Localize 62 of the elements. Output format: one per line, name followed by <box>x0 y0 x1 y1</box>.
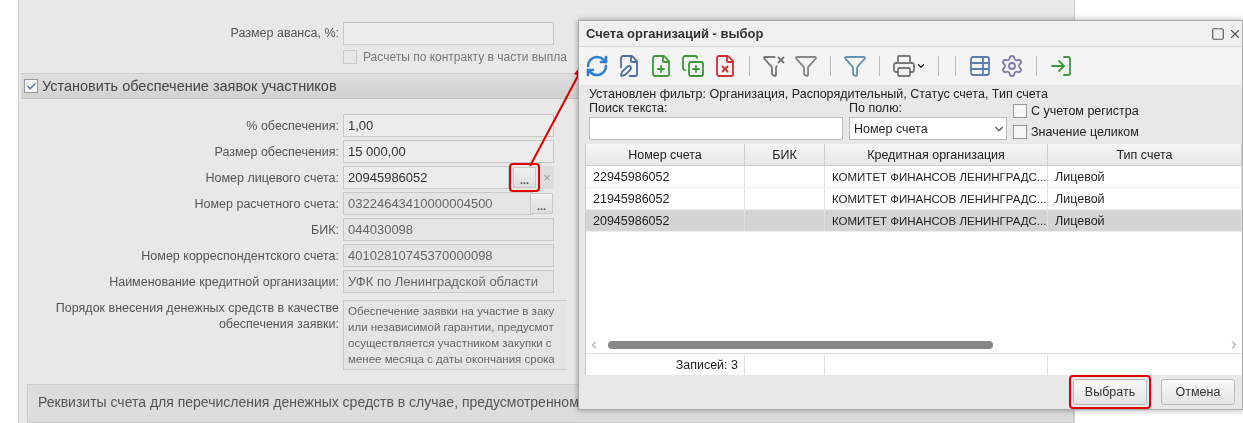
field-label: Номер корреспондентского счета: <box>140 248 340 263</box>
section-title: Установить обеспечение заявок участников <box>42 78 337 95</box>
field-label: Размер аванса, %: <box>229 26 340 40</box>
column-header[interactable]: Номер счета <box>586 144 745 165</box>
column-header[interactable]: Кредитная организация <box>825 144 1048 165</box>
dialog-title: Счета организаций - выбор <box>586 26 764 41</box>
input-field[interactable] <box>343 21 554 45</box>
table-cell: 20945986052 <box>586 210 745 231</box>
field-label: Размер обеспечения: <box>213 144 340 159</box>
input-field[interactable]: 20945986052 <box>343 166 509 190</box>
table-row[interactable]: 20945986052 КОМИТЕТ ФИНАНСОВ ЛЕНИНГРАДС... Лицевой <box>586 210 1242 232</box>
table-cell: КОМИТЕТ ФИНАНСОВ ЛЕНИНГРАДС... <box>825 210 1048 231</box>
field-label: Номер расчетного счета: <box>193 196 340 211</box>
table-cell: 21945986052 <box>586 188 745 209</box>
checkbox-label: Значение целиком <box>1031 124 1139 139</box>
document-plus-icon[interactable] <box>649 54 673 78</box>
column-header[interactable]: Тип счета <box>1048 144 1242 165</box>
field-label: Номер лицевого счета: <box>204 170 340 185</box>
table-search-icon[interactable] <box>968 54 992 78</box>
funnel-icon[interactable] <box>843 54 867 78</box>
input-field[interactable]: 15 000,00 <box>343 140 554 164</box>
maximize-icon[interactable] <box>1211 26 1225 41</box>
filter-info: Установлен фильтр: Организация, Распорядительный, Статус счета, Тип счета <box>588 86 1049 101</box>
printer-icon[interactable] <box>892 54 916 78</box>
field-label: Порядок внесения денежных средств в качестве обеспечения заявки: <box>54 299 340 332</box>
text-area[interactable]: Обеспечение заявки на участие в заку или независимой гарантии, предусмот осуществляется участником закупки с менее месяца с даты окончания срока <box>343 299 567 370</box>
checkbox-label: Расчеты по контракту в части выпла <box>363 49 567 64</box>
funnel-x-icon[interactable] <box>762 54 786 78</box>
table-cell: Лицевой <box>1048 210 1242 231</box>
dialog-button[interactable]: Отмена <box>1161 379 1235 405</box>
checkbox-label: С учетом регистра <box>1031 103 1139 118</box>
checkbox[interactable] <box>1013 103 1027 118</box>
documents-plus-icon[interactable] <box>681 54 705 78</box>
table-cell: КОМИТЕТ ФИНАНСОВ ЛЕНИНГРАДС... <box>825 188 1048 209</box>
table-cell: Лицевой <box>1048 188 1242 209</box>
funnel-icon[interactable] <box>794 54 818 78</box>
field-label: Поиск текста: <box>589 101 669 115</box>
table-cell: КОМИТЕТ ФИНАНСОВ ЛЕНИНГРАДС... <box>825 166 1048 187</box>
table-cell: Лицевой <box>1048 166 1242 187</box>
field-label: Наименование кредитной организации: <box>108 274 340 289</box>
document-x-icon[interactable] <box>713 54 737 78</box>
field-dropdown[interactable]: Номер счета <box>849 117 1007 140</box>
dialog-button[interactable]: Выбрать <box>1073 379 1147 405</box>
refresh-icon[interactable] <box>585 54 609 78</box>
exit-icon[interactable] <box>1049 54 1073 78</box>
caret-icon[interactable] <box>916 61 926 71</box>
gear-icon[interactable] <box>1000 54 1024 78</box>
panel-text: Реквизиты счета для перечисления денежных средств в случае, предусмотренном <box>38 393 579 410</box>
column-header[interactable]: БИК <box>745 144 825 165</box>
table-cell: 22945986052 <box>586 166 745 187</box>
table-row[interactable]: 22945986052 КОМИТЕТ ФИНАНСОВ ЛЕНИНГРАДС... Лицевой <box>586 166 1242 188</box>
checkbox[interactable] <box>1013 124 1027 139</box>
field-label: % обеспечения: <box>245 118 340 133</box>
record-count: Записей: 3 <box>586 354 745 375</box>
search-field[interactable] <box>589 117 843 140</box>
table-row[interactable]: 21945986052 КОМИТЕТ ФИНАНСОВ ЛЕНИНГРАДС... Лицевой <box>586 188 1242 210</box>
checkbox[interactable] <box>24 79 38 94</box>
field-label: БИК: <box>310 222 340 237</box>
input-field[interactable]: 1,00 <box>343 114 554 138</box>
field-label: По полю: <box>849 101 903 115</box>
document-pencil-icon[interactable] <box>617 54 641 78</box>
browse-button[interactable]: ... <box>513 167 536 189</box>
